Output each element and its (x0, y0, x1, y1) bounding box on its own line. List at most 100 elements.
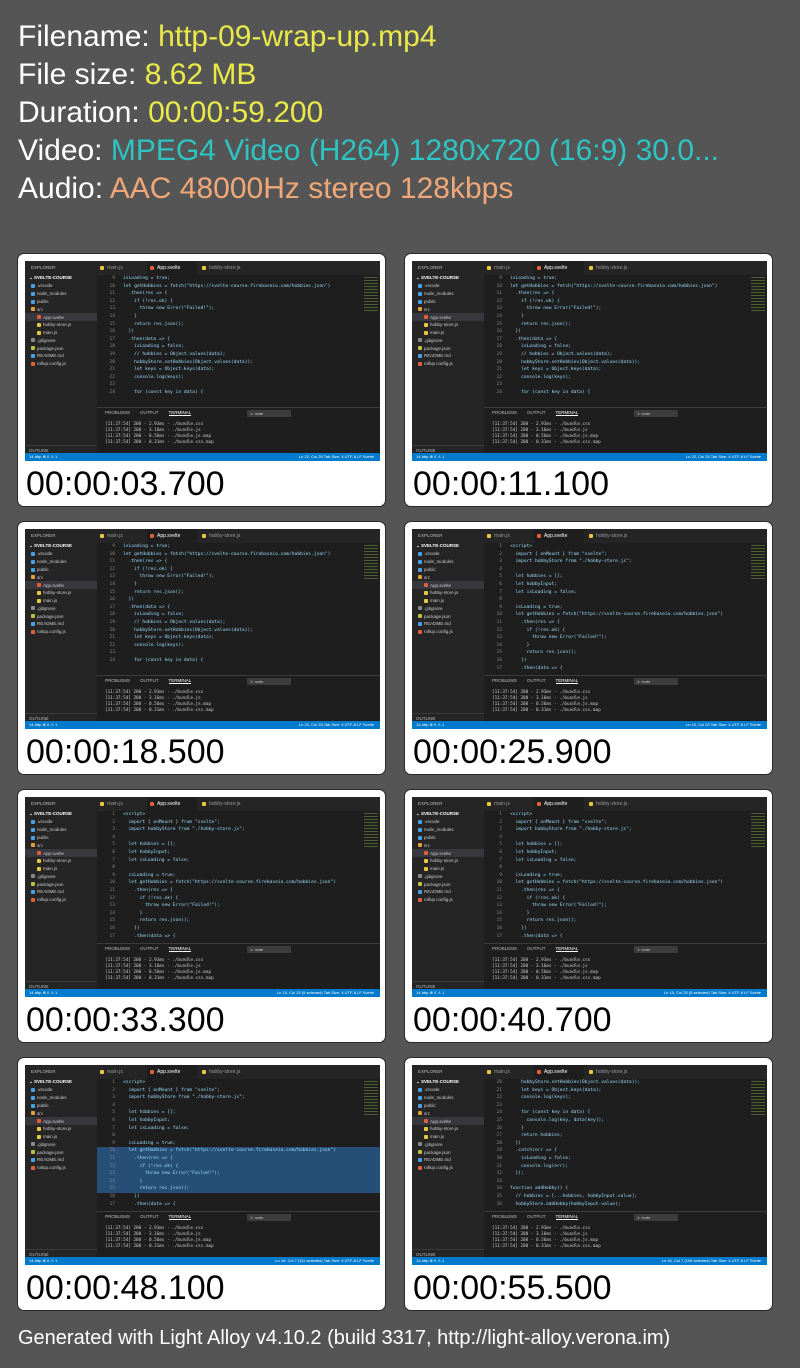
file-item[interactable]: .vscode (412, 550, 484, 558)
file-item[interactable]: .vscode (25, 818, 97, 826)
file-item[interactable]: rollup.config.js (412, 628, 484, 636)
file-item[interactable]: hobby-store.js (412, 589, 484, 597)
file-item[interactable]: .gitignore (25, 1140, 97, 1148)
file-item[interactable]: .gitignore (25, 604, 97, 612)
outline-section[interactable]: OUTLINE (412, 445, 484, 453)
file-item[interactable]: App.svelte (412, 849, 484, 857)
file-item[interactable]: main.js (412, 865, 484, 873)
editor-tab[interactable]: hobby-store.js (199, 261, 259, 275)
terminal-select[interactable]: 1: node (634, 410, 678, 417)
file-item[interactable]: node_modules (25, 1094, 97, 1102)
file-item[interactable]: rollup.config.js (412, 360, 484, 368)
outline-section[interactable]: OUTLINE (412, 1249, 484, 1257)
editor-tab[interactable]: hobby-store.js (586, 261, 646, 275)
file-item[interactable]: .vscode (412, 1086, 484, 1094)
editor-tab[interactable]: main.js (484, 797, 532, 811)
file-item[interactable]: hobby-store.js (25, 857, 97, 865)
editor-tab[interactable]: App.svelte (534, 1065, 584, 1079)
panel-tab[interactable]: TERMINAL (168, 946, 192, 952)
file-item[interactable]: hobby-store.js (412, 857, 484, 865)
file-item[interactable]: src (412, 573, 484, 581)
file-item[interactable]: .vscode (412, 282, 484, 290)
file-item[interactable]: .vscode (25, 550, 97, 558)
file-item[interactable]: public (25, 566, 97, 574)
file-item[interactable]: rollup.config.js (25, 1164, 97, 1172)
file-item[interactable]: README.md (412, 620, 484, 628)
file-item[interactable]: public (412, 1102, 484, 1110)
file-item[interactable]: hobby-store.js (25, 1125, 97, 1133)
file-item[interactable]: hobby-store.js (412, 321, 484, 329)
file-item[interactable]: .gitignore (412, 1140, 484, 1148)
panel-tab[interactable]: TERMINAL (555, 678, 579, 684)
file-item[interactable]: public (412, 566, 484, 574)
file-item[interactable]: src (412, 305, 484, 313)
file-item[interactable]: rollup.config.js (25, 360, 97, 368)
thumbnail-card[interactable]: EXPLORER ⌄ SVELTE-COURSE .vscode node_modul… (17, 1057, 386, 1311)
editor-tab[interactable]: hobby-store.js (586, 797, 646, 811)
file-item[interactable]: main.js (25, 1133, 97, 1141)
panel-tab[interactable]: TERMINAL (555, 1214, 579, 1220)
file-item[interactable]: node_modules (25, 558, 97, 566)
outline-section[interactable]: OUTLINE (412, 981, 484, 989)
file-item[interactable]: .vscode (25, 282, 97, 290)
file-item[interactable]: .vscode (412, 818, 484, 826)
file-item[interactable]: src (412, 841, 484, 849)
file-item[interactable]: public (412, 834, 484, 842)
editor-tab[interactable]: main.js (97, 529, 145, 543)
terminal-select[interactable]: 1: node (634, 1214, 678, 1221)
panel-tab[interactable]: PROBLEMS (105, 678, 130, 683)
panel-tab[interactable]: OUTPUT (140, 410, 159, 415)
file-item[interactable]: App.svelte (25, 849, 97, 857)
terminal-select[interactable]: 1: node (634, 946, 678, 953)
file-item[interactable]: package.json (25, 880, 97, 888)
panel-tab[interactable]: PROBLEMS (492, 946, 517, 951)
terminal-select[interactable]: 1: node (247, 1214, 291, 1221)
file-item[interactable]: README.md (25, 352, 97, 360)
thumbnail-card[interactable]: EXPLORER ⌄ SVELTE-COURSE .vscode node_modul… (17, 521, 386, 775)
file-item[interactable]: package.json (412, 344, 484, 352)
terminal-select[interactable]: 1: node (247, 946, 291, 953)
panel-tab[interactable]: TERMINAL (168, 1214, 192, 1220)
file-item[interactable]: public (25, 1102, 97, 1110)
panel-tab[interactable]: OUTPUT (140, 1214, 159, 1219)
file-item[interactable]: .gitignore (412, 872, 484, 880)
editor-tab[interactable]: App.svelte (534, 797, 584, 811)
file-item[interactable]: package.json (412, 1148, 484, 1156)
code-editor[interactable]: 1 <script> 2 import { onMount } from "svel… (484, 811, 767, 943)
file-item[interactable]: App.svelte (25, 313, 97, 321)
file-item[interactable]: README.md (25, 888, 97, 896)
file-item[interactable]: App.svelte (412, 1117, 484, 1125)
file-item[interactable]: src (412, 1109, 484, 1117)
file-item[interactable]: node_modules (412, 558, 484, 566)
file-item[interactable]: README.md (25, 1156, 97, 1164)
file-item[interactable]: main.js (412, 1133, 484, 1141)
editor-tab[interactable]: App.svelte (147, 797, 197, 811)
panel-tab[interactable]: OUTPUT (140, 678, 159, 683)
thumbnail-card[interactable]: EXPLORER ⌄ SVELTE-COURSE .vscode node_modul… (17, 253, 386, 507)
file-item[interactable]: package.json (412, 880, 484, 888)
file-item[interactable]: App.svelte (412, 581, 484, 589)
file-item[interactable]: src (25, 841, 97, 849)
file-item[interactable]: main.js (25, 597, 97, 605)
editor-tab[interactable]: hobby-store.js (199, 529, 259, 543)
code-editor[interactable]: 9 isLoading = true; 10 let getHobbies = fet… (484, 275, 767, 407)
editor-tab[interactable]: main.js (484, 1065, 532, 1079)
file-item[interactable]: node_modules (25, 290, 97, 298)
terminal-select[interactable]: 1: node (247, 678, 291, 685)
code-editor[interactable]: 1 <script> 2 import { onMount } from "svel… (97, 1079, 380, 1211)
code-editor[interactable]: 20 hobbyStore.setHobbies(Object.values(d… (484, 1079, 767, 1211)
file-item[interactable]: package.json (25, 1148, 97, 1156)
file-item[interactable]: hobby-store.js (25, 321, 97, 329)
panel-tab[interactable]: OUTPUT (527, 946, 546, 951)
panel-tab[interactable]: TERMINAL (168, 678, 192, 684)
file-item[interactable]: .vscode (25, 1086, 97, 1094)
code-editor[interactable]: 1 <script> 2 import { onMount } from "svel… (97, 811, 380, 943)
minimap[interactable] (751, 277, 765, 313)
outline-section[interactable]: OUTLINE (25, 445, 97, 453)
editor-tab[interactable]: App.svelte (147, 261, 197, 275)
outline-section[interactable]: OUTLINE (25, 981, 97, 989)
editor-tab[interactable]: hobby-store.js (586, 1065, 646, 1079)
file-item[interactable]: node_modules (25, 826, 97, 834)
file-item[interactable]: main.js (412, 597, 484, 605)
file-item[interactable]: public (25, 298, 97, 306)
